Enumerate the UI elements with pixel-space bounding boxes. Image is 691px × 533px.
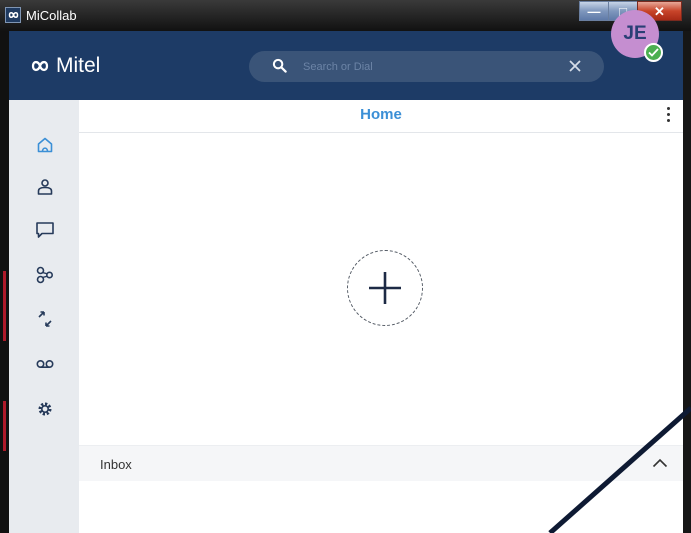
sidebar-item-call-history[interactable] xyxy=(33,307,57,331)
brand-logo: Mitel xyxy=(28,54,100,78)
minimize-icon: — xyxy=(587,3,601,19)
page-title: Home xyxy=(360,106,402,123)
search-input[interactable] xyxy=(303,57,553,76)
plus-icon xyxy=(369,272,401,304)
home-icon xyxy=(37,137,53,153)
teams-icon xyxy=(36,266,54,284)
micollab-app-icon xyxy=(5,7,21,23)
close-icon: ✕ xyxy=(654,3,665,19)
more-options-button[interactable] xyxy=(663,105,673,127)
contacts-icon xyxy=(37,179,53,195)
gear-icon xyxy=(38,402,52,416)
call-history-icon xyxy=(38,311,52,327)
home-header: Home xyxy=(79,100,683,133)
add-widget-button[interactable] xyxy=(347,250,423,326)
chat-icon xyxy=(36,222,54,238)
sidebar-nav xyxy=(9,100,79,533)
clear-search-icon[interactable] xyxy=(568,59,582,73)
presence-available-icon xyxy=(644,43,663,62)
app-header: Mitel xyxy=(9,31,683,100)
search-icon xyxy=(272,58,287,73)
sidebar-item-home[interactable] xyxy=(33,133,57,157)
sidebar-item-teams[interactable] xyxy=(33,263,57,287)
sidebar-item-contacts[interactable] xyxy=(33,175,57,199)
window-title: MiCollab xyxy=(26,8,77,23)
sidebar-item-chat[interactable] xyxy=(33,218,57,242)
sidebar-item-settings[interactable] xyxy=(33,397,57,421)
avatar-initials: JE xyxy=(623,23,647,44)
window-titlebar: MiCollab — □ ✕ xyxy=(0,0,691,31)
mitel-logo-icon xyxy=(31,60,49,72)
search-bar[interactable] xyxy=(249,51,604,82)
minimize-button[interactable]: — xyxy=(579,1,609,21)
window-frame-left xyxy=(0,31,9,533)
inbox-label: Inbox xyxy=(100,457,132,472)
voicemail-icon xyxy=(36,359,54,369)
sidebar-item-voicemail[interactable] xyxy=(33,352,57,376)
callout-line xyxy=(548,406,691,533)
more-vertical-icon xyxy=(666,107,670,110)
brand-name: Mitel xyxy=(56,54,101,77)
